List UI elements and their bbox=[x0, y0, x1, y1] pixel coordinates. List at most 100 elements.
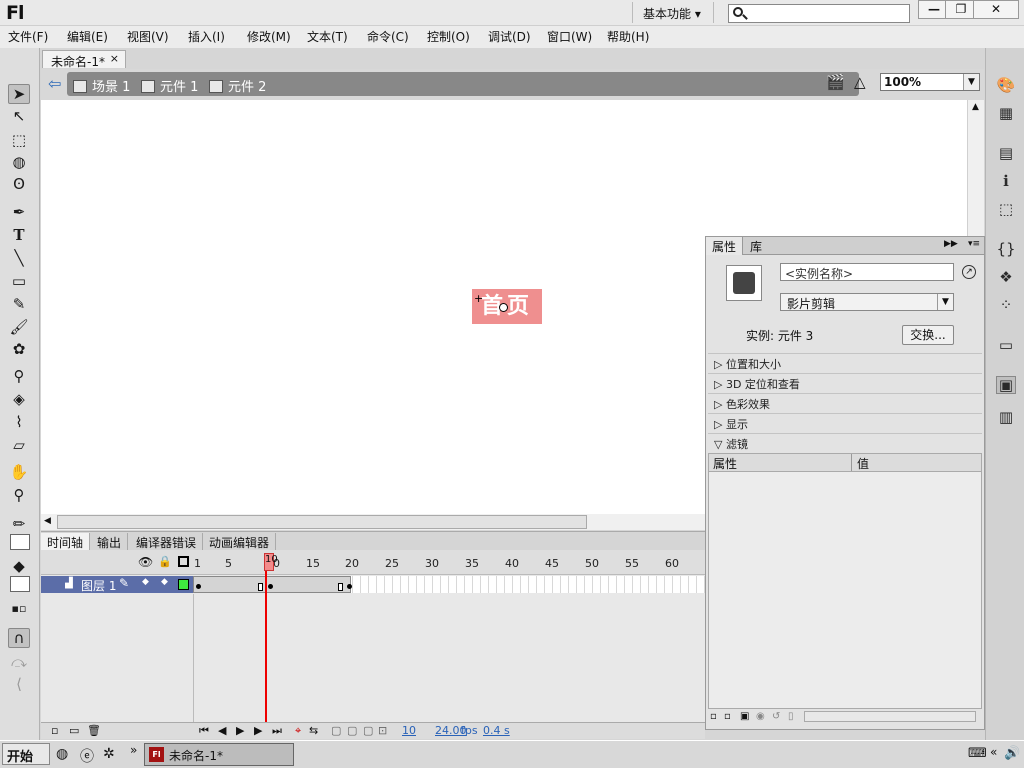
pen-tool-icon[interactable]: ✒ bbox=[8, 202, 30, 222]
tab-compiler-errors[interactable]: 编译器错误 bbox=[130, 533, 204, 551]
menu-debug[interactable]: 调试(D) bbox=[488, 28, 531, 45]
scroll-thumb[interactable] bbox=[57, 515, 587, 529]
tab-motion-editor[interactable]: 动画编辑器 bbox=[203, 533, 277, 551]
keyframe[interactable] bbox=[196, 584, 201, 589]
document-tab[interactable]: 未命名-1* × bbox=[42, 50, 126, 69]
scroll-left-icon[interactable]: ◀ bbox=[44, 516, 51, 526]
section-display[interactable]: ▷ 显示 bbox=[708, 413, 982, 432]
edit-symbol-link-icon[interactable]: ↗ bbox=[962, 265, 976, 279]
start-button[interactable]: 开始 bbox=[2, 743, 50, 765]
zoom-tool-icon[interactable]: ⚲ bbox=[8, 485, 30, 505]
frames-row[interactable] bbox=[193, 576, 705, 593]
layer-color-swatch[interactable] bbox=[178, 579, 189, 590]
layer-name[interactable]: 图层 1 bbox=[81, 577, 116, 594]
tab-output[interactable]: 输出 bbox=[91, 533, 129, 551]
deco-tool-icon[interactable]: ✿ bbox=[8, 339, 30, 359]
section-3d-position[interactable]: ▷ 3D 定位和查看 bbox=[708, 373, 982, 392]
onion-markers-icon[interactable]: ⊡ bbox=[378, 724, 387, 737]
edit-scene-icon[interactable]: 🎬 bbox=[826, 73, 845, 91]
stroke-color-swatch[interactable] bbox=[10, 534, 30, 550]
chevron-right-icon[interactable]: » bbox=[130, 743, 137, 757]
tab-library[interactable]: 库 bbox=[744, 237, 768, 255]
menu-commands[interactable]: 命令(C) bbox=[367, 28, 409, 45]
edit-symbols-icon[interactable]: △ bbox=[854, 73, 866, 91]
end-frame[interactable] bbox=[258, 583, 263, 591]
help-search-input[interactable] bbox=[728, 4, 910, 23]
frame-span[interactable] bbox=[193, 576, 352, 593]
breadcrumb-symbol-1[interactable]: 元件 1 bbox=[141, 76, 198, 95]
motion-presets-icon[interactable]: ⁘ bbox=[996, 296, 1016, 314]
swap-colors-icon[interactable]: ▪▫ bbox=[8, 598, 30, 618]
swap-button[interactable]: 交换... bbox=[902, 325, 954, 345]
pencil-tool-icon[interactable]: ✎ bbox=[8, 294, 30, 314]
text-tool-icon[interactable]: T bbox=[8, 225, 30, 245]
fill-color-icon[interactable]: ◆ bbox=[8, 556, 30, 576]
eraser-tool-icon[interactable]: ▱ bbox=[8, 435, 30, 455]
last-frame-icon[interactable]: ⏭ bbox=[272, 724, 282, 738]
stage-horizontal-scrollbar[interactable]: ◀ bbox=[41, 514, 705, 530]
swatches-icon[interactable]: ▦ bbox=[996, 104, 1016, 122]
color-palette-icon[interactable]: 🎨 bbox=[996, 76, 1016, 94]
eye-icon[interactable]: 👁 bbox=[138, 555, 153, 569]
back-arrow-icon[interactable]: ⇦ bbox=[48, 74, 61, 93]
menu-modify[interactable]: 修改(M) bbox=[247, 28, 291, 45]
stroke-color-icon[interactable]: ✏ bbox=[8, 514, 30, 534]
edit-multiple-frames-icon[interactable]: ▢ bbox=[363, 724, 373, 737]
breadcrumb-scene[interactable]: 场景 1 bbox=[73, 76, 130, 95]
step-forward-icon[interactable]: ▶ bbox=[254, 724, 262, 737]
close-icon[interactable]: × bbox=[110, 52, 119, 65]
close-button[interactable]: ✕ bbox=[973, 0, 1019, 19]
tab-timeline[interactable]: 时间轴 bbox=[41, 533, 91, 551]
section-filters[interactable]: ▽ 滤镜 bbox=[708, 433, 982, 452]
workspace-switcher[interactable]: 基本功能 ▾ bbox=[632, 2, 714, 23]
rectangle-tool-icon[interactable]: ▭ bbox=[8, 271, 30, 291]
layer-row[interactable]: ▟ 图层 1 ✎ ◆ ◆ bbox=[41, 576, 193, 593]
lasso-tool-icon[interactable]: ʘ bbox=[8, 174, 30, 194]
center-frame-icon[interactable]: ⌖ bbox=[295, 724, 301, 738]
add-filter-icon[interactable]: ▫ bbox=[710, 711, 717, 722]
clipboard-icon[interactable]: ▣ bbox=[740, 711, 749, 722]
transform-icon[interactable]: ⬚ bbox=[996, 200, 1016, 218]
free-transform-tool-icon[interactable]: ⬚ bbox=[8, 130, 30, 150]
menu-window[interactable]: 窗口(W) bbox=[547, 28, 592, 45]
keyframe[interactable] bbox=[268, 584, 273, 589]
playhead[interactable]: 10 bbox=[264, 553, 278, 571]
code-snippets-icon[interactable]: {} bbox=[996, 240, 1016, 258]
chevron-left-icon[interactable]: « bbox=[990, 745, 997, 759]
lock-dot[interactable]: ◆ bbox=[161, 577, 168, 587]
breadcrumb-symbol-2[interactable]: 元件 2 bbox=[209, 76, 266, 95]
3d-rotation-tool-icon[interactable]: ◍ bbox=[8, 152, 30, 172]
tab-properties[interactable]: 属性 bbox=[706, 237, 744, 255]
keyframe[interactable] bbox=[347, 584, 352, 589]
selection-tool-icon[interactable]: ➤ bbox=[8, 84, 30, 104]
enable-filter-icon[interactable]: ◉ bbox=[756, 711, 765, 722]
library-icon[interactable]: ▥ bbox=[996, 408, 1016, 426]
properties-dock-icon[interactable]: ▣ bbox=[996, 376, 1016, 394]
subselection-tool-icon[interactable]: ↖ bbox=[8, 106, 30, 126]
delete-filter-icon[interactable]: ▯ bbox=[788, 711, 794, 722]
menu-control[interactable]: 控制(O) bbox=[427, 28, 470, 45]
delete-icon[interactable]: 🗑 bbox=[87, 724, 101, 737]
menu-insert[interactable]: 插入(I) bbox=[188, 28, 225, 45]
preset-icon[interactable]: ▫ bbox=[724, 711, 731, 722]
step-back-icon[interactable]: ◀ bbox=[218, 724, 226, 737]
onion-skin-icon[interactable]: ▢ bbox=[331, 724, 341, 737]
menu-edit[interactable]: 编辑(E) bbox=[67, 28, 108, 45]
section-color-effect[interactable]: ▷ 色彩效果 bbox=[708, 393, 982, 412]
scroll-up-icon[interactable]: ▲ bbox=[972, 102, 979, 112]
paint-bucket-tool-icon[interactable]: ◈ bbox=[8, 389, 30, 409]
collapse-panel-icon[interactable]: ▶▶ bbox=[944, 239, 958, 249]
brush-tool-icon[interactable]: 🖌 bbox=[8, 317, 30, 337]
keyboard-icon[interactable]: ⌨ bbox=[968, 746, 987, 761]
snap-to-objects-icon[interactable]: ∩ bbox=[8, 628, 30, 648]
filter-scrollbar[interactable] bbox=[804, 711, 976, 722]
instance-name-input[interactable]: <实例名称> bbox=[780, 263, 954, 281]
fill-color-swatch[interactable] bbox=[10, 576, 30, 592]
new-layer-icon[interactable]: ▫ bbox=[51, 724, 58, 737]
taskbar-flash-window[interactable]: Fl 未命名-1* bbox=[144, 743, 294, 766]
menu-view[interactable]: 视图(V) bbox=[127, 28, 169, 45]
loop-icon[interactable]: ⇆ bbox=[309, 724, 318, 737]
new-folder-icon[interactable]: ▭ bbox=[69, 724, 79, 737]
filter-table[interactable]: 属性 值 bbox=[708, 453, 982, 709]
onion-outline-icon[interactable]: ▢ bbox=[347, 724, 357, 737]
